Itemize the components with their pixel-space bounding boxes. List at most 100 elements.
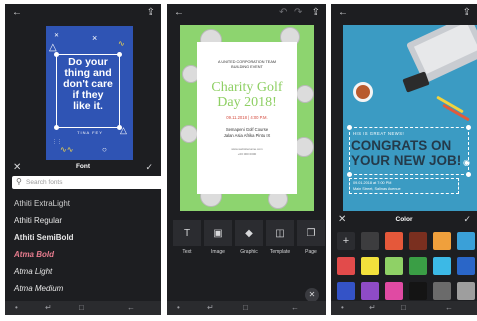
- resize-handle[interactable]: [54, 125, 59, 130]
- golf-ball-image: [296, 85, 314, 103]
- image-tool-button[interactable]: ▣ Image: [204, 220, 232, 258]
- text-tool-button[interactable]: T Text: [173, 220, 201, 258]
- color-swatch[interactable]: [457, 232, 475, 250]
- color-swatch[interactable]: [409, 282, 427, 300]
- resize-handle[interactable]: [466, 125, 471, 130]
- home-icon[interactable]: □: [401, 303, 406, 313]
- quote-text[interactable]: Do your thing and don't care if they lik…: [59, 57, 117, 112]
- invitation-content[interactable]: A UNITED CORPORATION TEAM BUILDING EVENT…: [197, 42, 297, 194]
- x-decoration-icon: ×: [92, 33, 98, 43]
- back-arrow-icon[interactable]: ←: [12, 7, 22, 19]
- color-swatch[interactable]: [385, 257, 403, 275]
- font-search-box[interactable]: ⚲: [12, 176, 161, 189]
- back-icon[interactable]: ←: [127, 303, 135, 313]
- color-swatch[interactable]: [361, 282, 379, 300]
- event-title[interactable]: Charity Golf Day 2018!: [203, 80, 291, 110]
- tool-label: Text: [182, 249, 192, 255]
- color-swatch[interactable]: [433, 232, 451, 250]
- color-swatch[interactable]: [409, 257, 427, 275]
- job-congrats-card[interactable]: HIS IS GREAT NEWS! CONGRATS ON YOUR NEW …: [343, 25, 477, 211]
- back-icon[interactable]: ←: [445, 303, 453, 313]
- share-icon[interactable]: ⇪: [147, 7, 155, 19]
- font-panel-header: ✕ Font ✓: [5, 161, 161, 175]
- recents-icon[interactable]: ↵: [369, 303, 376, 313]
- color-swatch[interactable]: [385, 282, 403, 300]
- share-icon[interactable]: ⇪: [463, 7, 471, 19]
- color-swatch[interactable]: [361, 257, 379, 275]
- panel-title: Font: [75, 163, 91, 170]
- shapes-icon: ◆: [235, 220, 263, 246]
- dot-icon[interactable]: •: [341, 303, 344, 313]
- back-arrow-icon[interactable]: ←: [174, 7, 184, 19]
- check-icon[interactable]: ✓: [145, 162, 153, 173]
- headline-text[interactable]: CONGRATS ON YOUR NEW JOB!: [351, 138, 469, 168]
- android-nav-bar: • ↵ □ ←: [331, 301, 477, 315]
- rotate-handle-icon[interactable]: ◉: [463, 159, 470, 167]
- recents-icon[interactable]: ↵: [45, 303, 52, 313]
- back-icon[interactable]: ←: [291, 303, 299, 313]
- font-item-selected[interactable]: Atma Bold: [14, 246, 154, 263]
- share-icon[interactable]: ⇪: [312, 7, 320, 19]
- template-icon: ◫: [266, 220, 294, 246]
- top-bar: ← ↶ ↷ ⇪: [167, 4, 326, 22]
- add-color-button[interactable]: +: [337, 232, 355, 250]
- phone-font-editor: ← ⇪ ✕ × ∿ △ △ ⋮⋮ ∿∿ ○ Do your thing and …: [5, 4, 161, 315]
- font-item[interactable]: Athiti SemiBold: [14, 229, 154, 246]
- kicker-text: HIS IS GREAT NEWS!: [353, 131, 405, 136]
- page-tool-button[interactable]: ❐ Page: [297, 220, 325, 258]
- golf-invitation-card[interactable]: A UNITED CORPORATION TEAM BUILDING EVENT…: [180, 25, 314, 211]
- redo-icon[interactable]: ↷: [294, 7, 302, 19]
- color-swatch[interactable]: [361, 232, 379, 250]
- template-tool-button[interactable]: ◫ Template: [266, 220, 294, 258]
- close-fab-button[interactable]: ✕: [305, 288, 319, 302]
- color-swatch[interactable]: [337, 257, 355, 275]
- recents-icon[interactable]: ↵: [207, 303, 214, 313]
- color-swatch[interactable]: [457, 257, 475, 275]
- phone-text: +00 000 0000: [237, 152, 257, 156]
- font-item[interactable]: Atma Light: [14, 263, 154, 280]
- font-item[interactable]: Athiti ExtraLight: [14, 195, 154, 212]
- phone-golf-editor: ← ↶ ↷ ⇪ A UNITED CORPORATION TEAM BUILDI…: [167, 4, 326, 315]
- resize-handle[interactable]: [117, 52, 122, 57]
- quote-design-card[interactable]: ✕ × ∿ △ △ ⋮⋮ ∿∿ ○ Do your thing and don'…: [46, 26, 133, 160]
- resize-handle[interactable]: [347, 125, 352, 130]
- color-swatch[interactable]: [385, 232, 403, 250]
- check-icon[interactable]: ✓: [463, 214, 471, 225]
- coffee-cup-image: [353, 82, 373, 102]
- android-nav-bar: • ↵ □ ←: [167, 301, 326, 315]
- color-panel-header: ✕ Color ✓: [331, 213, 477, 227]
- venue-text: Semapeni Golf Course: [225, 127, 269, 132]
- resize-handle[interactable]: [347, 172, 352, 177]
- color-swatch[interactable]: [409, 232, 427, 250]
- home-icon[interactable]: □: [243, 303, 248, 313]
- search-icon: ⚲: [16, 177, 22, 186]
- font-item[interactable]: Athiti Regular: [14, 212, 154, 229]
- graphic-tool-button[interactable]: ◆ Graphic: [235, 220, 263, 258]
- tool-label: Graphic: [240, 249, 258, 255]
- dot-icon[interactable]: •: [177, 303, 180, 313]
- search-input[interactable]: [26, 177, 156, 188]
- panel-title: Color: [395, 216, 413, 223]
- close-icon: ✕: [308, 290, 316, 299]
- golf-ball-image: [180, 125, 198, 143]
- tool-label: Image: [211, 249, 225, 255]
- dot-icon[interactable]: •: [15, 303, 18, 313]
- back-arrow-icon[interactable]: ←: [338, 7, 348, 19]
- quote-author: TINA FEY: [77, 130, 103, 135]
- undo-icon[interactable]: ↶: [279, 7, 287, 19]
- screenshot-collage: ← ⇪ ✕ × ∿ △ △ ⋮⋮ ∿∿ ○ Do your thing and …: [0, 0, 477, 321]
- top-bar: ← ⇪: [331, 4, 477, 22]
- resize-handle[interactable]: [117, 125, 122, 130]
- golf-ball-image: [294, 137, 314, 157]
- color-swatch[interactable]: [457, 282, 475, 300]
- home-icon[interactable]: □: [79, 303, 84, 313]
- cross-decoration-icon: ✕: [54, 33, 60, 39]
- title-line: Day 2018!: [217, 95, 277, 110]
- resize-handle[interactable]: [466, 172, 471, 177]
- font-item[interactable]: Atma Medium: [14, 280, 154, 297]
- color-swatch[interactable]: [433, 257, 451, 275]
- image-icon: ▣: [204, 220, 232, 246]
- event-detail-text: Main Street, Salinas Avenue: [353, 187, 401, 191]
- color-swatch[interactable]: [337, 282, 355, 300]
- color-swatch[interactable]: [433, 282, 451, 300]
